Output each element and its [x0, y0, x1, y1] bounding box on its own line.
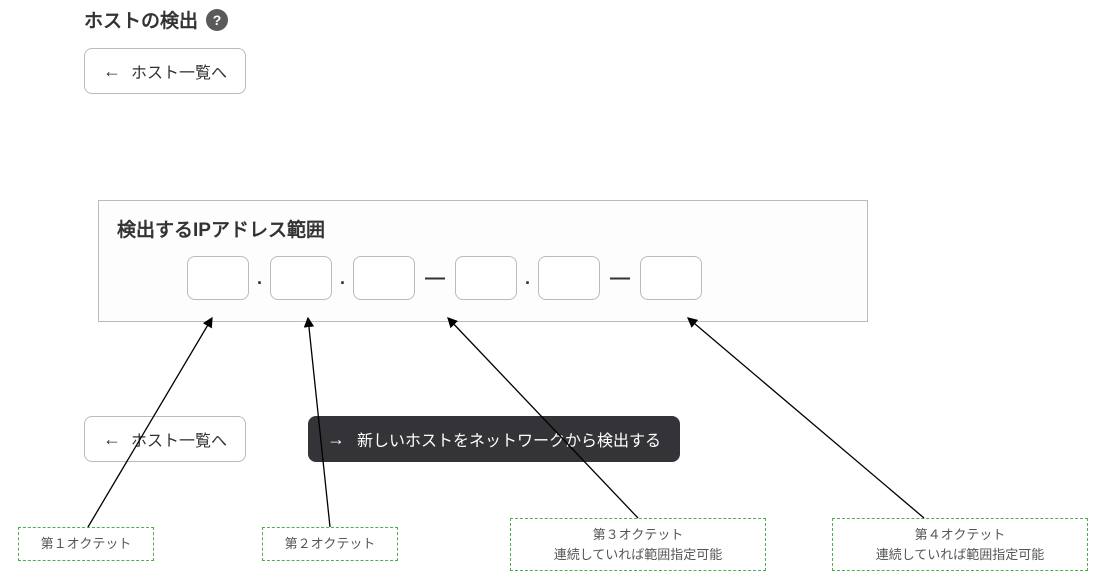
back-to-list-label-bottom: ホスト一覧へ	[131, 427, 227, 451]
annotation-octet-1: 第１オクテット	[18, 527, 154, 561]
octet-2-input[interactable]	[270, 256, 332, 300]
back-to-list-button-top[interactable]: ← ホスト一覧へ	[84, 48, 246, 94]
octet-3a-input[interactable]	[353, 256, 415, 300]
dash-separator: —	[415, 267, 455, 290]
annotation-octet-4: 第４オクテット 連続していれば範囲指定可能	[832, 518, 1088, 571]
ip-range-title: 検出するIPアドレス範囲	[117, 215, 849, 242]
octet-4b-input[interactable]	[640, 256, 702, 300]
dash-separator: —	[600, 267, 640, 290]
dot-separator: .	[332, 268, 353, 289]
detect-hosts-label: 新しいホストをネットワークから検出する	[357, 427, 661, 451]
ip-range-panel: 検出するIPアドレス範囲 . . — . —	[98, 200, 868, 322]
help-icon[interactable]: ?	[206, 9, 228, 31]
back-to-list-label: ホスト一覧へ	[131, 59, 227, 83]
dot-separator: .	[517, 268, 538, 289]
octet-4a-input[interactable]	[538, 256, 600, 300]
arrow-right-icon: →	[327, 429, 345, 450]
arrow-left-icon: ←	[103, 429, 121, 450]
annotation-octet-3: 第３オクテット 連続していれば範囲指定可能	[510, 518, 766, 571]
arrow-left-icon: ←	[103, 61, 121, 82]
page-title-text: ホストの検出	[84, 6, 198, 33]
octet-3b-input[interactable]	[455, 256, 517, 300]
detect-hosts-button[interactable]: → 新しいホストをネットワークから検出する	[308, 416, 680, 462]
ip-input-row: . . — . —	[117, 256, 849, 300]
page-container: ホストの検出 ? ← ホスト一覧へ 検出するIPアドレス範囲 . . — . —…	[0, 0, 1116, 583]
dot-separator: .	[249, 268, 270, 289]
back-to-list-button-bottom[interactable]: ← ホスト一覧へ	[84, 416, 246, 462]
annotation-octet-2: 第２オクテット	[262, 527, 398, 561]
octet-1-input[interactable]	[187, 256, 249, 300]
page-title: ホストの検出 ?	[84, 6, 228, 33]
